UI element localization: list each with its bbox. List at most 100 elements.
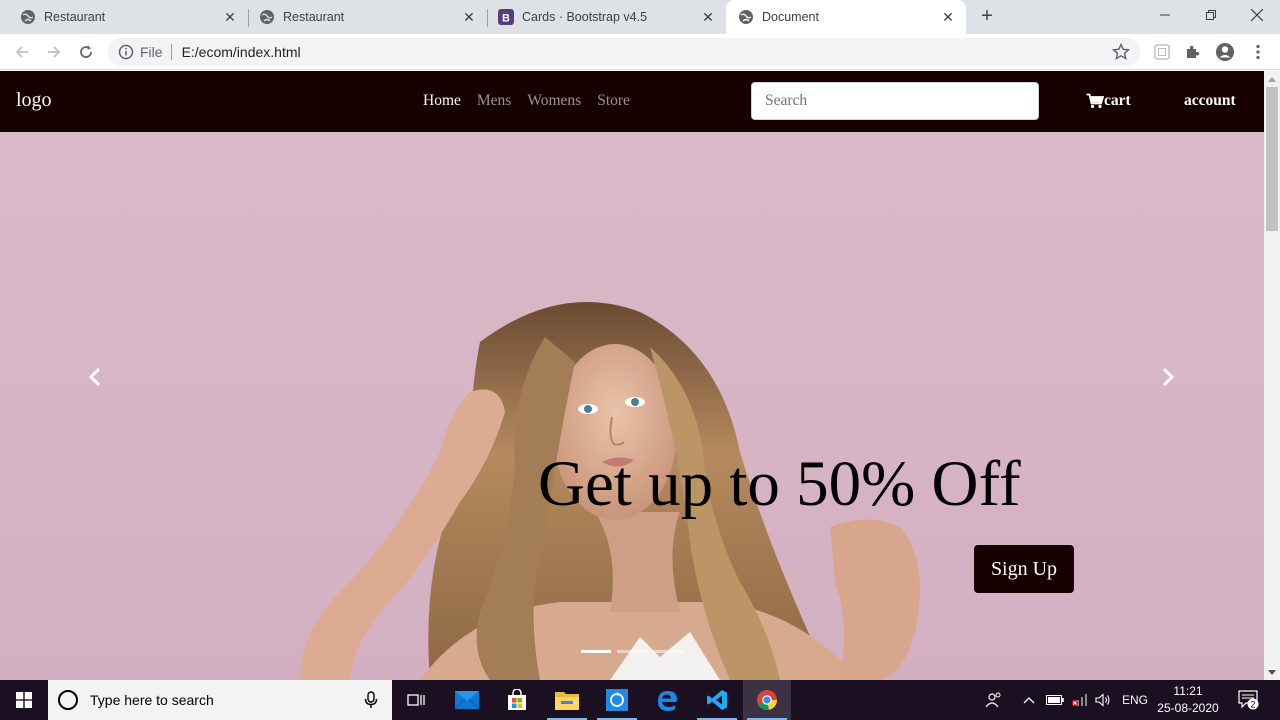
search-input[interactable]: Search xyxy=(751,82,1039,120)
menu-kebab-icon[interactable] xyxy=(1248,42,1268,62)
profile-icon[interactable] xyxy=(1215,42,1235,62)
carousel-indicator[interactable] xyxy=(653,650,683,653)
store-icon xyxy=(508,689,526,710)
globe-icon xyxy=(259,9,275,25)
address-bar[interactable]: File E:/ecom/index.html xyxy=(108,38,1140,66)
site-logo[interactable]: logo xyxy=(16,89,52,112)
speaker-icon xyxy=(1095,693,1110,707)
cart-label: cart xyxy=(1104,92,1131,109)
forward-arrow-icon xyxy=(48,46,61,58)
account-link[interactable]: account xyxy=(1184,92,1236,110)
close-window-button[interactable] xyxy=(1234,0,1280,30)
search-placeholder: Search xyxy=(765,92,808,109)
task-view-button[interactable] xyxy=(392,680,440,720)
hero-carousel: Get up to 50% Off Sign Up xyxy=(0,132,1264,680)
store-app-button[interactable] xyxy=(493,680,541,720)
hero-headline: Get up to 50% Off xyxy=(538,448,1021,520)
scroll-down-arrow[interactable] xyxy=(1268,670,1276,675)
sync-app-button[interactable] xyxy=(593,680,641,720)
scroll-up-arrow[interactable] xyxy=(1268,77,1276,82)
input-language[interactable]: ENG xyxy=(1122,680,1148,720)
extension-page-icon[interactable] xyxy=(1152,42,1172,62)
file-explorer-button[interactable] xyxy=(543,680,591,720)
carousel-indicator[interactable] xyxy=(581,650,611,653)
file-explorer-icon xyxy=(555,692,579,710)
page-scrollbar[interactable] xyxy=(1264,71,1280,680)
volume-control[interactable] xyxy=(1095,680,1111,720)
divider xyxy=(170,44,172,60)
globe-icon xyxy=(20,9,36,25)
vscode-app-button[interactable] xyxy=(693,680,741,720)
new-tab-button[interactable]: + xyxy=(976,5,998,27)
nav-link-mens[interactable]: Mens xyxy=(477,92,511,110)
reload-icon xyxy=(80,45,92,58)
tab-title: Document xyxy=(762,10,819,24)
browser-toolbar: File E:/ecom/index.html xyxy=(0,34,1280,70)
url-scheme: File xyxy=(140,44,163,60)
show-hidden-icons-button[interactable] xyxy=(1023,680,1035,720)
tab-bootstrap-cards[interactable]: B Cards · Bootstrap v4.5 ✕ xyxy=(478,0,726,34)
web-page: logo Home Mens Womens Store Search cart … xyxy=(0,71,1264,680)
tab-restaurant-1[interactable]: Restaurant ✕ xyxy=(0,0,248,34)
clock-date: 25-08-2020 xyxy=(1157,701,1219,715)
vscode-icon xyxy=(707,690,727,710)
extensions-puzzle-icon[interactable] xyxy=(1183,42,1203,62)
windows-logo-icon xyxy=(16,692,32,708)
battery-icon xyxy=(1046,695,1064,705)
minimize-button[interactable] xyxy=(1142,0,1188,30)
sign-up-button[interactable]: Sign Up xyxy=(974,545,1074,593)
minimize-icon xyxy=(1160,14,1170,16)
close-icon xyxy=(1251,9,1263,21)
nav-link-home[interactable]: Home xyxy=(423,92,461,110)
restore-button[interactable] xyxy=(1188,0,1234,30)
nav-link-store[interactable]: Store xyxy=(597,92,630,110)
bootstrap-icon: B xyxy=(498,9,514,25)
windows-taskbar: Type here to search ENG 11:21 25-08-2020… xyxy=(0,680,1280,720)
nav-links: Home Mens Womens Store xyxy=(423,92,630,110)
app-icon xyxy=(606,689,628,711)
tab-title: Restaurant xyxy=(44,10,106,24)
info-icon xyxy=(118,44,134,60)
close-tab-icon[interactable]: ✕ xyxy=(940,9,956,25)
tab-document[interactable]: Document ✕ xyxy=(726,0,966,34)
tab-title: Restaurant xyxy=(283,10,345,24)
carousel-next-button[interactable] xyxy=(1156,362,1180,392)
cart-icon xyxy=(1086,93,1104,109)
scrollbar-thumb[interactable] xyxy=(1266,87,1278,231)
taskbar-search-input[interactable]: Type here to search xyxy=(48,680,392,720)
start-button[interactable] xyxy=(0,680,48,720)
svg-text:B: B xyxy=(502,13,510,25)
cart-link[interactable]: cart xyxy=(1086,92,1131,110)
people-button[interactable] xyxy=(985,680,1003,720)
taskbar-search-placeholder: Type here to search xyxy=(90,692,214,708)
bookmark-star-icon[interactable] xyxy=(1112,43,1130,61)
nav-link-womens[interactable]: Womens xyxy=(527,92,581,110)
globe-icon xyxy=(738,9,754,25)
network-status[interactable] xyxy=(1071,680,1087,720)
back-button[interactable] xyxy=(10,40,34,64)
close-tab-icon[interactable]: ✕ xyxy=(222,9,238,25)
carousel-prev-button[interactable] xyxy=(83,362,107,392)
carousel-indicator[interactable] xyxy=(617,650,647,653)
back-arrow-icon xyxy=(15,46,28,58)
battery-status[interactable] xyxy=(1046,680,1064,720)
reload-button[interactable] xyxy=(74,40,98,64)
chrome-app-button[interactable] xyxy=(743,680,791,720)
mail-app-button[interactable] xyxy=(443,680,491,720)
tab-restaurant-2[interactable]: Restaurant ✕ xyxy=(239,0,487,34)
close-tab-icon[interactable]: ✕ xyxy=(700,9,716,25)
close-tab-icon[interactable]: ✕ xyxy=(461,9,477,25)
network-icon xyxy=(1071,694,1087,707)
cortana-icon xyxy=(58,690,78,710)
action-center-button[interactable]: 2 xyxy=(1238,680,1260,720)
notification-count: 2 xyxy=(1250,699,1255,709)
restore-icon xyxy=(1206,10,1216,20)
url-text[interactable]: E:/ecom/index.html xyxy=(182,44,301,60)
edge-app-button[interactable] xyxy=(643,680,691,720)
microphone-icon[interactable] xyxy=(364,691,378,709)
taskbar-clock[interactable]: 11:21 25-08-2020 xyxy=(1150,683,1226,717)
mail-icon xyxy=(455,691,479,709)
forward-button[interactable] xyxy=(42,40,66,64)
carousel-indicators xyxy=(581,650,683,653)
chevron-left-icon xyxy=(88,367,101,387)
